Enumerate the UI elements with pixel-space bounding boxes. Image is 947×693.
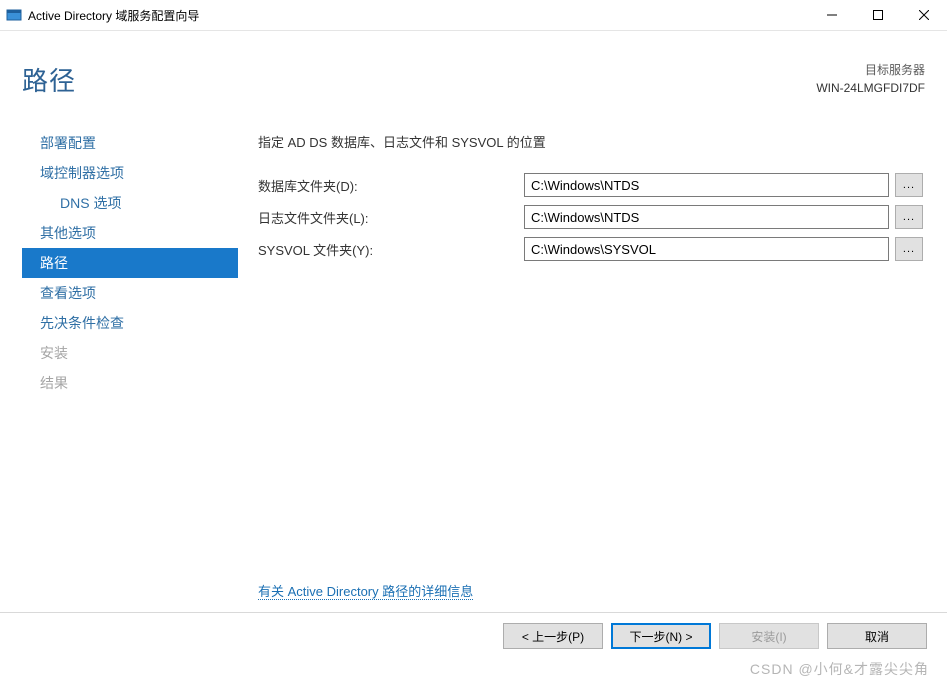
sidebar-item-install: 安装 [22,338,238,368]
footer: < 上一步(P) 下一步(N) > 安装(I) 取消 [0,612,947,659]
sidebar-item-prereq[interactable]: 先决条件检查 [22,308,238,338]
instruction-text: 指定 AD DS 数据库、日志文件和 SYSVOL 的位置 [258,132,923,151]
target-server-name: WIN-24LMGFDI7DF [816,79,925,97]
window-controls [809,0,947,30]
watermark: CSDN @小何&才露尖尖角 [750,659,929,679]
sidebar-item-dc-options[interactable]: 域控制器选项 [22,158,238,188]
row-logs: 日志文件文件夹(L): ... [258,205,923,229]
sidebar-item-review[interactable]: 查看选项 [22,278,238,308]
target-server-label: 目标服务器 [816,61,925,79]
minimize-button[interactable] [809,0,855,30]
prev-button[interactable]: < 上一步(P) [503,623,603,649]
titlebar: Active Directory 域服务配置向导 [0,0,947,31]
sidebar-item-dns-options[interactable]: DNS 选项 [22,188,238,218]
sidebar-item-paths[interactable]: 路径 [22,248,238,278]
row-sysvol: SYSVOL 文件夹(Y): ... [258,237,923,261]
page-title: 路径 [22,61,816,98]
label-sysvol: SYSVOL 文件夹(Y): [258,240,518,259]
main-panel: 指定 AD DS 数据库、日志文件和 SYSVOL 的位置 数据库文件夹(D):… [238,112,947,612]
label-database: 数据库文件夹(D): [258,176,518,195]
maximize-button[interactable] [855,0,901,30]
browse-database-button[interactable]: ... [895,173,923,197]
browse-logs-button[interactable]: ... [895,205,923,229]
cancel-button[interactable]: 取消 [827,623,927,649]
input-database[interactable] [524,173,889,197]
sidebar: 部署配置 域控制器选项 DNS 选项 其他选项 路径 查看选项 先决条件检查 安… [22,112,238,612]
header: 路径 目标服务器 WIN-24LMGFDI7DF [0,31,947,112]
close-button[interactable] [901,0,947,30]
next-button[interactable]: 下一步(N) > [611,623,711,649]
browse-sysvol-button[interactable]: ... [895,237,923,261]
install-button: 安装(I) [719,623,819,649]
target-server-block: 目标服务器 WIN-24LMGFDI7DF [816,61,925,97]
input-logs[interactable] [524,205,889,229]
window-title: Active Directory 域服务配置向导 [28,7,809,24]
sidebar-item-results: 结果 [22,368,238,398]
sidebar-item-additional[interactable]: 其他选项 [22,218,238,248]
body: 部署配置 域控制器选项 DNS 选项 其他选项 路径 查看选项 先决条件检查 安… [0,112,947,612]
input-sysvol[interactable] [524,237,889,261]
more-info-block: 有关 Active Directory 路径的详细信息 [258,581,923,600]
sidebar-item-deployment[interactable]: 部署配置 [22,128,238,158]
app-icon [6,7,22,23]
more-info-link[interactable]: 有关 Active Directory 路径的详细信息 [258,584,473,600]
label-logs: 日志文件文件夹(L): [258,208,518,227]
row-database: 数据库文件夹(D): ... [258,173,923,197]
